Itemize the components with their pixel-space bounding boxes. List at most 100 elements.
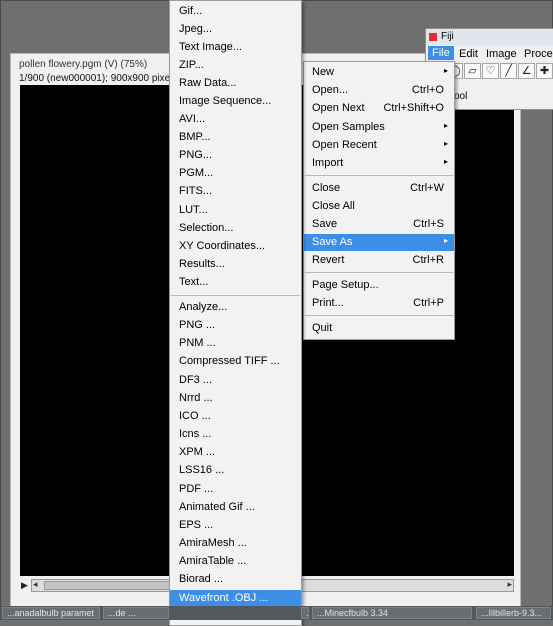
save-as-item-amiramesh[interactable]: AmiraMesh ... [170, 535, 301, 552]
save-as-item-pgm[interactable]: PGM... [170, 165, 301, 182]
menu-edit[interactable]: Edit [459, 48, 478, 60]
menu-process[interactable]: Proce [524, 48, 553, 60]
menu-item-label: Open Recent [312, 139, 377, 151]
file-menu-item-close[interactable]: Close Ctrl+W [304, 180, 454, 197]
scroll-right-arrow-icon[interactable]: ▸ [507, 579, 512, 590]
menu-item-label: Animated Gif ... [179, 501, 255, 513]
scrollbar-thumb[interactable] [44, 581, 184, 590]
menu-item-label: DF3 ... [179, 374, 213, 386]
save-as-item-results[interactable]: Results... [170, 256, 301, 273]
scroll-left-arrow-icon[interactable]: ◂ [33, 579, 38, 590]
file-menu-item-save-as[interactable]: Save As ▸ [304, 234, 454, 251]
save-as-item-ico[interactable]: ICO ... [170, 408, 301, 425]
menu-item-shortcut: Ctrl+O [411, 84, 444, 96]
menu-file[interactable]: File [428, 46, 454, 60]
menu-item-label: ICO ... [179, 410, 211, 422]
save-as-item-lut[interactable]: LUT... [170, 202, 301, 219]
menu-item-label: Open Next [312, 102, 365, 114]
taskbar-item[interactable]: ...Minecfbulb 3.34 [312, 607, 472, 619]
menu-item-label: Text Image... [179, 41, 242, 53]
save-as-item-text[interactable]: Text... [170, 274, 301, 291]
taskbar-item[interactable]: ...anadalbulb paramet [2, 607, 100, 619]
save-as-item-jpeg[interactable]: Jpeg... [170, 21, 301, 38]
save-as-item-bmp[interactable]: BMP... [170, 129, 301, 146]
save-as-item-raw-data[interactable]: Raw Data... [170, 75, 301, 92]
save-as-item-eps[interactable]: EPS ... [170, 517, 301, 534]
file-menu-item-close-all[interactable]: Close All [304, 198, 454, 215]
menu-item-label: Analyze... [179, 301, 228, 313]
menu-item-label: Wavefront .OBJ ... [179, 592, 269, 604]
menu-item-label: ZIP... [179, 59, 204, 71]
save-as-item-selection[interactable]: Selection... [170, 220, 301, 237]
menu-item-label: Close [312, 182, 341, 194]
file-menu: New ▸ Open... Ctrl+O Open Next Ctrl+Shif… [303, 61, 455, 340]
menu-item-label: PNG... [179, 149, 213, 161]
save-as-item-analyze[interactable]: Analyze... [170, 299, 301, 316]
save-as-item-wavefront-obj[interactable]: Wavefront .OBJ ... [170, 590, 301, 607]
file-menu-item-print[interactable]: Print... Ctrl+P [304, 295, 454, 312]
file-menu-item-save[interactable]: Save Ctrl+S [304, 216, 454, 233]
line-tool-icon[interactable]: ╱ [500, 63, 517, 79]
fiji-menubar: File Edit Image Proce [426, 46, 553, 62]
menu-item-label: FITS... [179, 185, 212, 197]
menu-item-label: Page Setup... [312, 279, 379, 291]
play-icon[interactable]: ▶ [21, 580, 28, 591]
save-as-item-lss16[interactable]: LSS16 ... [170, 462, 301, 479]
save-as-item-amiratable[interactable]: AmiraTable ... [170, 553, 301, 570]
file-menu-item-page-setup[interactable]: Page Setup... [304, 277, 454, 294]
menu-image[interactable]: Image [486, 48, 517, 60]
menu-item-label: Open Samples [312, 121, 385, 133]
save-as-item-avi[interactable]: AVI... [170, 111, 301, 128]
file-menu-item-new[interactable]: New ▸ [304, 64, 454, 81]
save-as-item-gif[interactable]: Gif... [170, 3, 301, 20]
freehand-tool-icon[interactable]: ♡ [482, 63, 499, 79]
image-window-title: pollen flowery.pgm (V) (75%) [19, 59, 148, 70]
fiji-logo-icon [429, 33, 437, 41]
menu-separator [171, 295, 300, 296]
save-as-item-fits[interactable]: FITS... [170, 183, 301, 200]
menu-item-label: New [312, 66, 335, 78]
menu-item-label: Icns ... [179, 428, 212, 440]
file-menu-item-open-samples[interactable]: Open Samples ▸ [304, 119, 454, 136]
menu-item-label: Results... [179, 258, 225, 270]
menu-separator [305, 175, 453, 176]
menu-item-label: PNG ... [179, 319, 216, 331]
save-as-item-png-plugin[interactable]: PNG ... [170, 317, 301, 334]
save-as-item-text-image[interactable]: Text Image... [170, 39, 301, 56]
save-as-item-animated-gif[interactable]: Animated Gif ... [170, 499, 301, 516]
menu-item-label: AmiraTable ... [179, 555, 247, 567]
menu-item-label: PNM ... [179, 337, 216, 349]
save-as-item-xy-coordinates[interactable]: XY Coordinates... [170, 238, 301, 255]
fiji-titlebar: Fiji [426, 29, 553, 45]
polygon-tool-icon[interactable]: ▱ [464, 63, 481, 79]
file-menu-item-import[interactable]: Import ▸ [304, 155, 454, 172]
file-menu-item-open-next[interactable]: Open Next Ctrl+Shift+O [304, 100, 454, 117]
menu-item-label: Image Sequence... [179, 95, 272, 107]
save-as-item-xpm[interactable]: XPM ... [170, 444, 301, 461]
menu-separator [305, 272, 453, 273]
save-as-item-compressed-tiff[interactable]: Compressed TIFF ... [170, 353, 301, 370]
taskbar-item[interactable]: ...lab [301, 607, 309, 619]
save-as-item-nrrd[interactable]: Nrrd ... [170, 390, 301, 407]
save-as-item-biorad[interactable]: Biorad ... [170, 571, 301, 588]
menu-item-shortcut: Ctrl+P [413, 297, 444, 309]
point-tool-icon[interactable]: ✚ [536, 63, 553, 79]
save-as-item-png[interactable]: PNG... [170, 147, 301, 164]
menu-item-label: AVI... [179, 113, 206, 125]
menu-item-label: Revert [312, 254, 345, 266]
menu-item-label: Selection... [179, 222, 234, 234]
file-menu-item-open-recent[interactable]: Open Recent ▸ [304, 137, 454, 154]
file-menu-item-open[interactable]: Open... Ctrl+O [304, 82, 454, 99]
save-as-item-pnm[interactable]: PNM ... [170, 335, 301, 352]
save-as-item-icns[interactable]: Icns ... [170, 426, 301, 443]
save-as-item-image-sequence[interactable]: Image Sequence... [170, 93, 301, 110]
file-menu-item-revert[interactable]: Revert Ctrl+R [304, 252, 454, 269]
taskbar-item[interactable]: ...de ... [103, 607, 169, 619]
menu-item-shortcut: Ctrl+S [413, 218, 444, 230]
file-menu-item-quit[interactable]: Quit [304, 320, 454, 337]
taskbar-item[interactable]: ...Illbillerb-9.3... [476, 607, 551, 619]
save-as-item-df3[interactable]: DF3 ... [170, 372, 301, 389]
angle-tool-icon[interactable]: ∠ [518, 63, 535, 79]
save-as-item-zip[interactable]: ZIP... [170, 57, 301, 74]
save-as-item-pdf[interactable]: PDF ... [170, 481, 301, 498]
